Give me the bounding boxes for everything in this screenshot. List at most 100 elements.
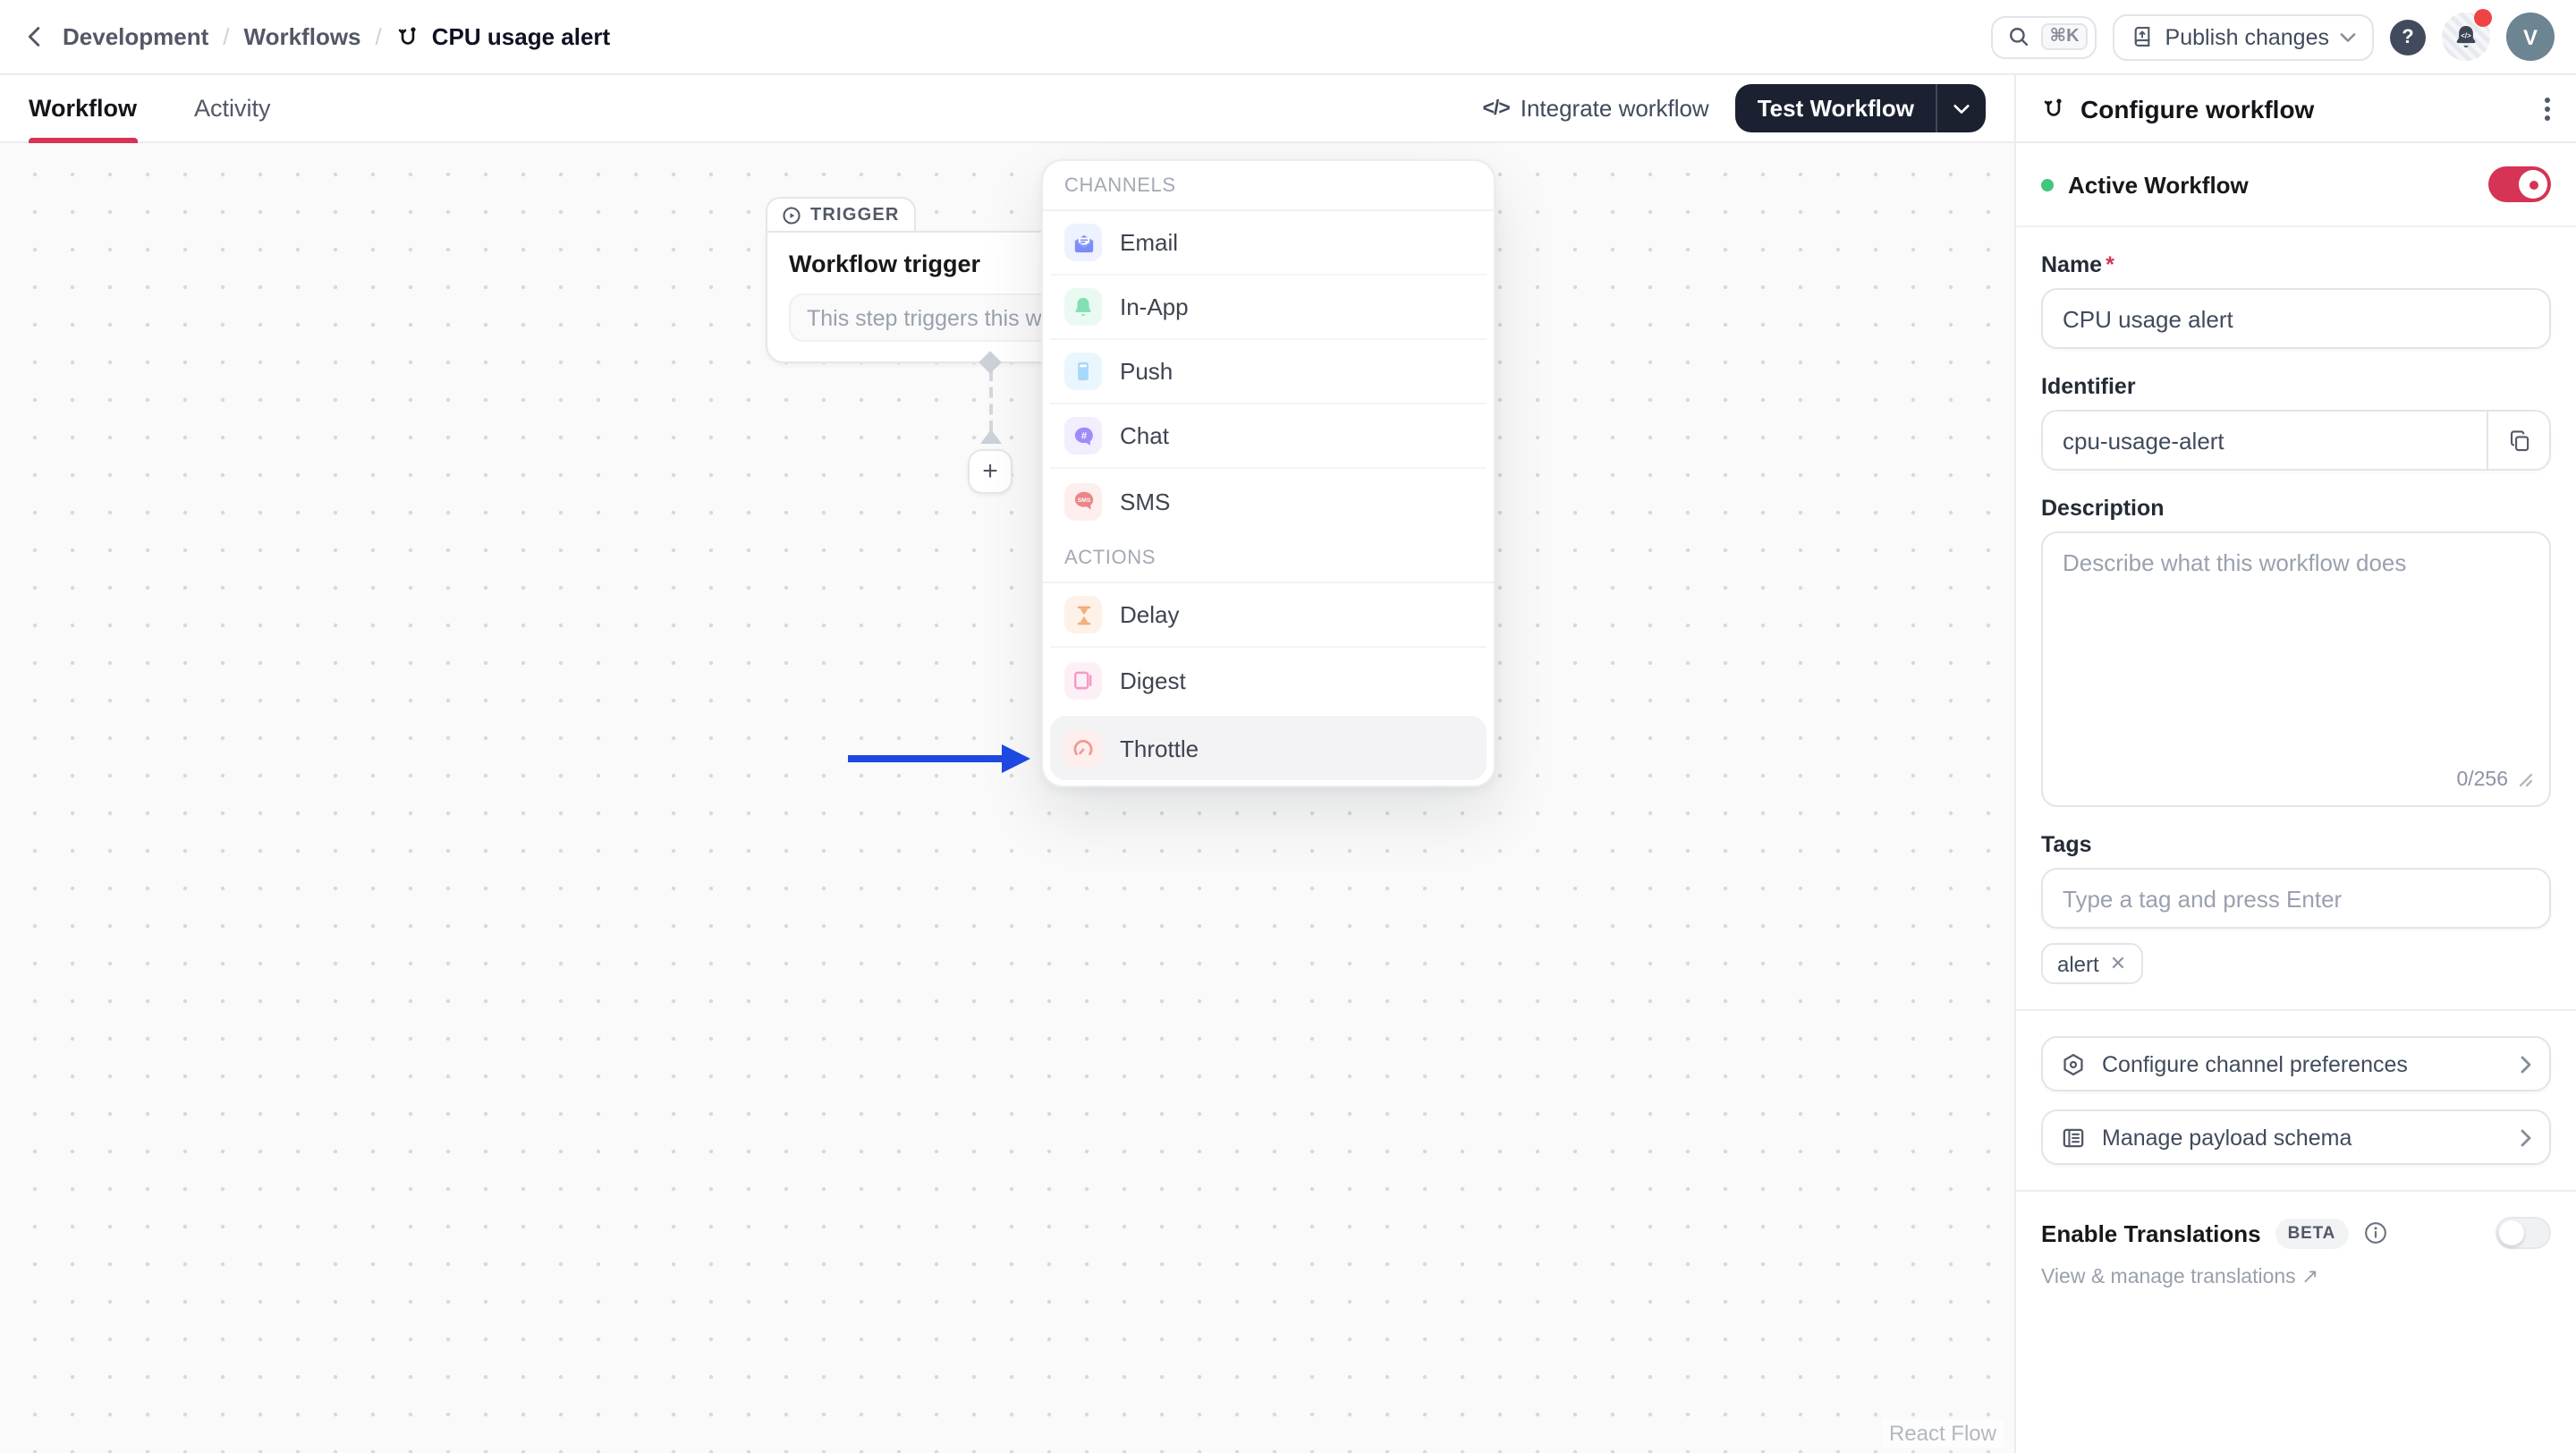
channel-preferences-button[interactable]: Configure channel preferences	[2041, 1036, 2551, 1092]
manage-translations-link[interactable]: View & manage translations ↗	[2041, 1263, 2551, 1288]
active-workflow-toggle[interactable]	[2488, 166, 2551, 202]
identifier-label: Identifier	[2041, 374, 2551, 399]
breadcrumb-separator: /	[376, 23, 382, 50]
breadcrumb-separator: /	[223, 23, 229, 50]
help-label: ?	[2402, 26, 2413, 47]
identifier-field[interactable]	[2043, 412, 2487, 469]
chevron-right-icon	[2521, 1128, 2531, 1146]
status-dot	[2041, 178, 2054, 191]
panel-title: Configure workflow	[2080, 94, 2314, 123]
menu-item-throttle[interactable]: Throttle	[1050, 716, 1487, 780]
channels-section-header: CHANNELS	[1043, 161, 1494, 211]
toggle-knob	[2499, 1220, 2524, 1245]
chevron-left-icon	[21, 23, 48, 50]
tab-activity[interactable]: Activity	[194, 75, 271, 141]
test-workflow-button[interactable]: Test Workflow	[1736, 84, 1986, 132]
breadcrumb-environment[interactable]: Development	[63, 23, 208, 50]
trigger-chip-label: TRIGGER	[810, 206, 900, 225]
avatar-initial: V	[2523, 24, 2538, 49]
name-field[interactable]	[2041, 288, 2551, 349]
publish-changes-button[interactable]: Publish changes	[2114, 13, 2374, 60]
edge-dashed-line	[989, 370, 993, 431]
menu-item-label: Chat	[1120, 422, 1169, 449]
tags-label-text: Tags	[2041, 832, 2092, 857]
payload-schema-button[interactable]: Manage payload schema	[2041, 1109, 2551, 1165]
identifier-group	[2041, 410, 2551, 471]
panel-body: Name * Identifier Description 0/256	[2016, 227, 2576, 1313]
name-label: Name *	[2041, 252, 2551, 277]
chat-bubble-icon: #	[1064, 417, 1102, 455]
notification-badge	[2474, 9, 2492, 27]
tab-workflow[interactable]: Workflow	[29, 75, 137, 141]
info-icon[interactable]	[2362, 1220, 2387, 1245]
top-bar: Development / Workflows / CPU usage aler…	[0, 0, 2576, 75]
trigger-node-chip: TRIGGER	[766, 197, 916, 233]
menu-item-sms[interactable]: SMS SMS	[1050, 469, 1487, 533]
menu-item-chat[interactable]: # Chat	[1050, 404, 1487, 469]
breadcrumb-workflows[interactable]: Workflows	[244, 23, 361, 50]
email-icon	[1064, 224, 1102, 261]
menu-item-label: Digest	[1120, 667, 1186, 693]
throttle-gauge-icon	[1064, 729, 1102, 767]
schema-list-icon	[2061, 1125, 2086, 1150]
breadcrumb-current: CPU usage alert	[396, 23, 610, 50]
sms-bubble-icon: SMS	[1064, 482, 1102, 520]
integrate-workflow-button[interactable]: </> Integrate workflow	[1482, 95, 1708, 122]
remove-tag-button[interactable]: ✕	[2110, 952, 2126, 975]
menu-item-inapp[interactable]: In-App	[1050, 276, 1487, 340]
code-icon: </>	[1482, 98, 1509, 119]
tag-chip-label: alert	[2057, 951, 2099, 976]
svg-text:</>: </>	[2461, 32, 2471, 40]
search-shortcut: ⌘K	[2041, 23, 2089, 50]
configure-workflow-panel: Configure workflow Active Workflow Name …	[2014, 75, 2576, 1453]
menu-item-email[interactable]: Email	[1050, 211, 1487, 276]
menu-item-label: Throttle	[1120, 735, 1199, 761]
notifications-button[interactable]: </>	[2442, 13, 2490, 61]
svg-text:SMS: SMS	[1077, 497, 1090, 504]
description-label: Description	[2041, 496, 2551, 521]
menu-item-delay[interactable]: Delay	[1050, 583, 1487, 648]
toggle-knob	[2519, 170, 2547, 199]
tags-input[interactable]	[2041, 868, 2551, 929]
divider	[2016, 1009, 2576, 1011]
translations-label: Enable Translations	[2041, 1219, 2261, 1246]
identifier-label-text: Identifier	[2041, 374, 2136, 399]
actions-section-header: ACTIONS	[1043, 533, 1494, 583]
description-wrap: 0/256	[2041, 531, 2551, 807]
workflow-route-icon	[2041, 96, 2066, 121]
menu-item-push[interactable]: Push	[1050, 340, 1487, 404]
panel-menu-button[interactable]	[2544, 94, 2551, 123]
chevron-down-icon	[1953, 103, 1970, 114]
tab-workflow-label: Workflow	[29, 95, 137, 122]
char-counter: 0/256	[2456, 769, 2533, 791]
copy-identifier-button[interactable]	[2487, 412, 2549, 469]
publish-changes-label: Publish changes	[2165, 24, 2329, 49]
test-workflow-label: Test Workflow	[1736, 95, 1936, 122]
divider	[2016, 1190, 2576, 1192]
add-step-button[interactable]: +	[968, 449, 1013, 494]
menu-item-label: Delay	[1120, 601, 1180, 628]
back-button[interactable]	[21, 23, 48, 50]
play-circle-icon	[782, 206, 801, 225]
avatar[interactable]: V	[2506, 13, 2555, 61]
kebab-icon	[2544, 94, 2551, 123]
help-button[interactable]: ?	[2390, 19, 2426, 55]
test-workflow-caret[interactable]	[1937, 103, 1986, 114]
tab-activity-label: Activity	[194, 95, 271, 122]
description-field[interactable]	[2041, 531, 2551, 807]
required-asterisk: *	[2106, 252, 2114, 277]
tag-chip-alert: alert ✕	[2041, 943, 2142, 984]
push-phone-icon	[1064, 353, 1102, 390]
svg-text:#: #	[1080, 430, 1087, 441]
search-button[interactable]: ⌘K	[1991, 15, 2097, 58]
workflow-canvas[interactable]: TRIGGER Workflow trigger This step trigg…	[0, 143, 2014, 1453]
menu-item-digest[interactable]: Digest	[1050, 648, 1487, 712]
resize-handle-icon[interactable]	[2519, 773, 2533, 787]
menu-item-label: In-App	[1120, 293, 1189, 320]
channel-preferences-label: Configure channel preferences	[2102, 1051, 2408, 1076]
breadcrumb: Development / Workflows / CPU usage aler…	[21, 23, 610, 50]
react-flow-attribution[interactable]: React Flow	[1882, 1419, 2004, 1448]
delay-hourglass-icon	[1064, 596, 1102, 633]
plus-icon: +	[982, 456, 998, 487]
translations-toggle[interactable]	[2496, 1217, 2551, 1249]
